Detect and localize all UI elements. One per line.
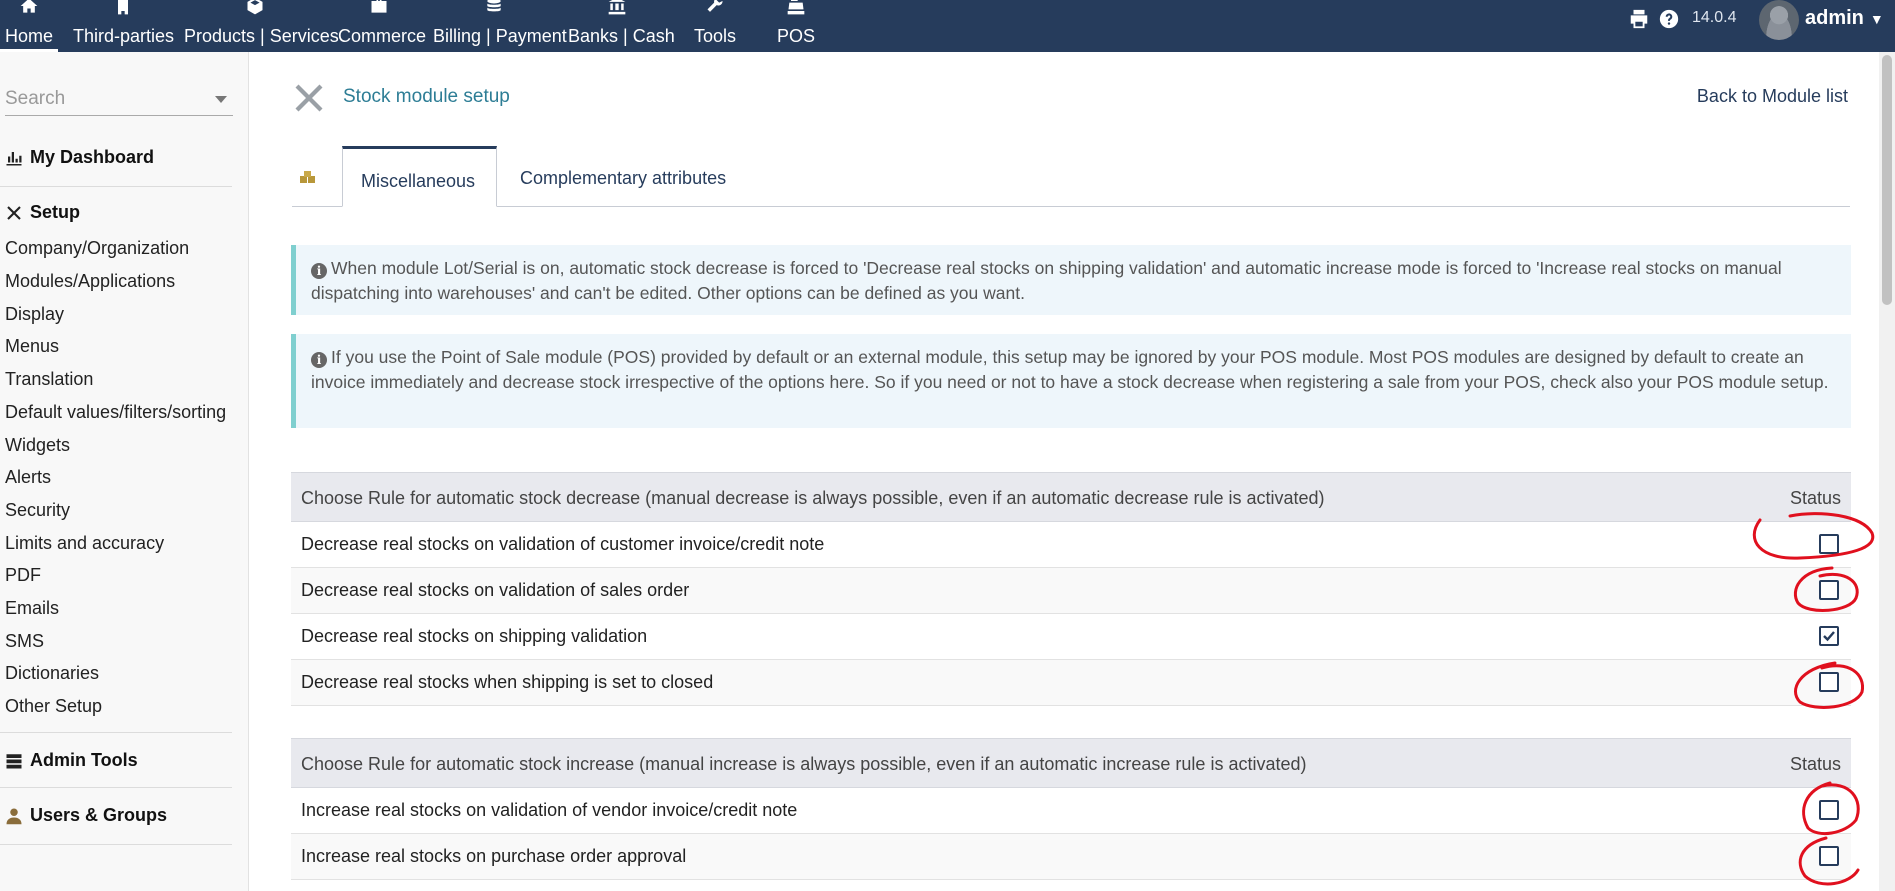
page-title: Stock module setup [343,86,510,107]
table-row: Decrease real stocks on validation of sa… [291,568,1851,614]
sidebar-item-security[interactable]: Security [5,500,70,521]
nav-pos[interactable]: POS [770,0,822,52]
server-icon [6,753,22,768]
info-icon: i [311,263,327,279]
table-row: Increase real stocks on purchase order a… [291,834,1851,880]
menu-setup[interactable]: Setup [5,202,80,223]
nav-products-services[interactable]: Products | Services [184,0,339,52]
briefcase-icon [338,0,420,22]
wrench-icon [690,0,740,22]
cube-icon [184,0,326,22]
top-navigation-bar: Home Third-parties Products | Services C… [0,0,1895,52]
menu-my-dashboard[interactable]: My Dashboard [5,147,154,168]
divider [0,732,232,733]
divider [0,844,232,845]
sidebar-item-pdf[interactable]: PDF [5,565,41,586]
chevron-down-icon [215,96,227,103]
info-box-lot-serial: i When module Lot/Serial is on, automatic… [291,245,1851,315]
menu-admin-tools[interactable]: Admin Tools [5,750,138,771]
table-row: Decrease real stocks on validation of cu… [291,522,1851,568]
nav-tools[interactable]: Tools [690,0,740,52]
cash-register-icon [770,0,822,22]
table-row: Increase real stocks on validation of ve… [291,788,1851,834]
check-icon [1823,631,1835,642]
sidebar-item-emails[interactable]: Emails [5,598,59,619]
scrollbar-thumb[interactable] [1882,55,1892,305]
version-label: 14.0.4 [1692,9,1737,26]
stock-icon [299,169,317,183]
table-row: Decrease real stocks on shipping validat… [291,614,1851,660]
sidebar-item-translation[interactable]: Translation [5,369,93,390]
divider [0,787,232,788]
status-checkbox[interactable] [1819,580,1839,600]
bank-icon [568,0,666,22]
sidebar-item-widgets[interactable]: Widgets [5,435,70,456]
print-icon[interactable] [1628,8,1650,30]
table-header: Choose Rule for automatic stock decrease… [291,472,1851,522]
coins-icon [433,0,555,22]
avatar[interactable] [1759,0,1799,40]
divider [0,186,232,187]
sidebar-item-modules[interactable]: Modules/Applications [5,271,175,292]
tab-miscellaneous[interactable]: Miscellaneous [342,146,497,207]
sidebar-item-alerts[interactable]: Alerts [5,467,51,488]
nav-third-parties[interactable]: Third-parties [73,0,174,52]
sidebar-item-dictionaries[interactable]: Dictionaries [5,663,99,684]
back-to-module-list-link[interactable]: Back to Module list [1697,86,1848,107]
home-icon [0,0,58,22]
chart-bar-icon [6,151,22,165]
nav-commerce[interactable]: Commerce [338,0,426,52]
sidebar-item-sms[interactable]: SMS [5,631,44,652]
status-checkbox[interactable] [1819,800,1839,820]
status-checkbox[interactable] [1819,846,1839,866]
status-checkbox[interactable] [1819,672,1839,692]
menu-users-groups[interactable]: Users & Groups [5,805,167,826]
user-icon [6,808,22,824]
tools-icon [7,205,21,220]
tools-icon [291,80,327,116]
building-icon [73,0,173,22]
table-header: Choose Rule for automatic stock increase… [291,738,1851,788]
nav-home[interactable]: Home [0,0,58,52]
chevron-down-icon: ▼ [1869,11,1884,27]
nav-billing-payment[interactable]: Billing | Payment [433,0,567,52]
nav-banks-cash[interactable]: Banks | Cash [568,0,675,52]
search-input[interactable]: Search [5,82,233,116]
status-checkbox[interactable] [1819,626,1839,646]
sidebar-item-menus[interactable]: Menus [5,336,59,357]
help-icon[interactable] [1658,8,1680,30]
sidebar-item-display[interactable]: Display [5,304,64,325]
sidebar-item-other-setup[interactable]: Other Setup [5,696,102,717]
info-icon: i [311,352,327,368]
sidebar-item-default-values[interactable]: Default values/filters/sorting [5,402,226,423]
sidebar-item-company[interactable]: Company/Organization [5,238,189,259]
status-checkbox[interactable] [1819,534,1839,554]
table-row: Decrease real stocks when shipping is se… [291,660,1851,706]
sidebar-item-limits[interactable]: Limits and accuracy [5,533,164,554]
tab-complementary-attributes[interactable]: Complementary attributes [520,146,740,207]
left-sidebar: Search My Dashboard Setup Company/Organi… [0,52,249,891]
username-menu[interactable]: admin ▼ [1805,7,1884,30]
info-box-pos: i If you use the Point of Sale module (PO… [291,334,1851,428]
